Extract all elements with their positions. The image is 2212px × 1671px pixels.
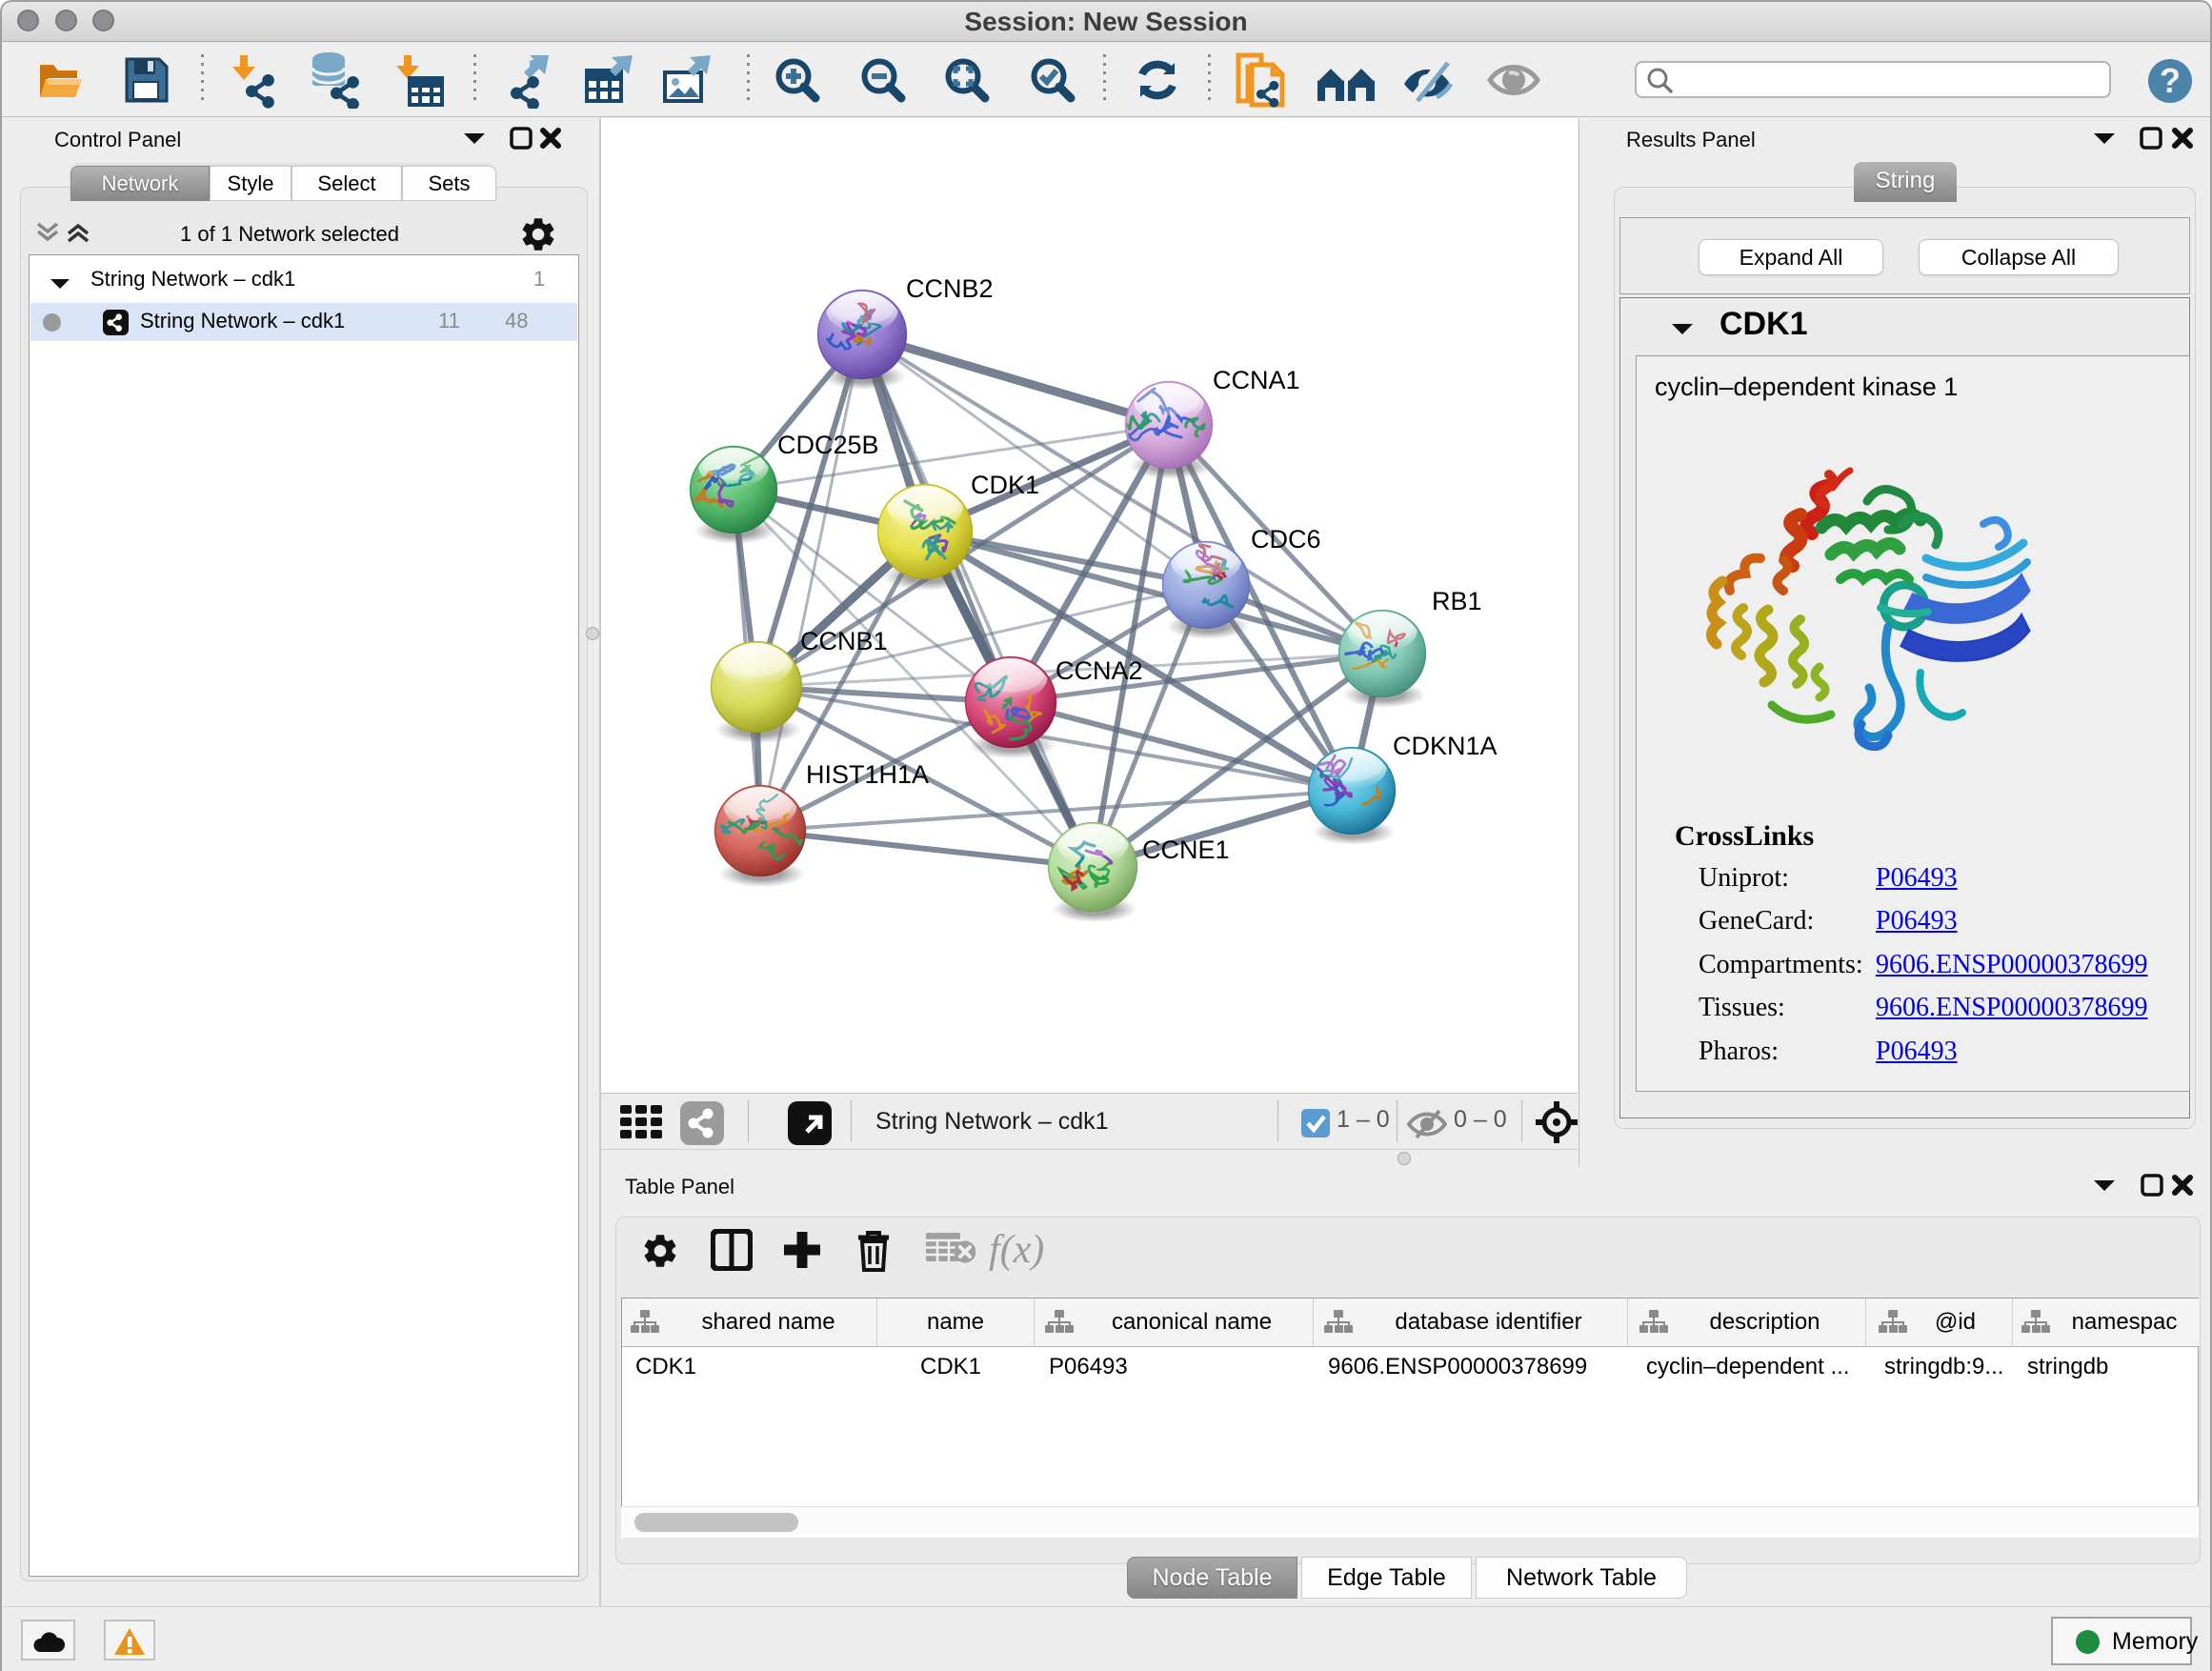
- svg-text:HIST1H1A: HIST1H1A: [806, 760, 929, 789]
- svg-text:CCNB1: CCNB1: [800, 627, 888, 655]
- svg-text:RB1: RB1: [1432, 587, 1482, 615]
- svg-text:CCNA1: CCNA1: [1213, 366, 1300, 394]
- svg-text:CDC6: CDC6: [1251, 525, 1321, 554]
- svg-text:CCNA2: CCNA2: [1056, 656, 1143, 685]
- svg-text:CCNB2: CCNB2: [906, 274, 994, 303]
- svg-text:CDC25B: CDC25B: [777, 431, 879, 459]
- svg-text:CCNE1: CCNE1: [1142, 836, 1230, 864]
- svg-text:CDK1: CDK1: [971, 471, 1039, 499]
- svg-text:CDKN1A: CDKN1A: [1393, 732, 1498, 760]
